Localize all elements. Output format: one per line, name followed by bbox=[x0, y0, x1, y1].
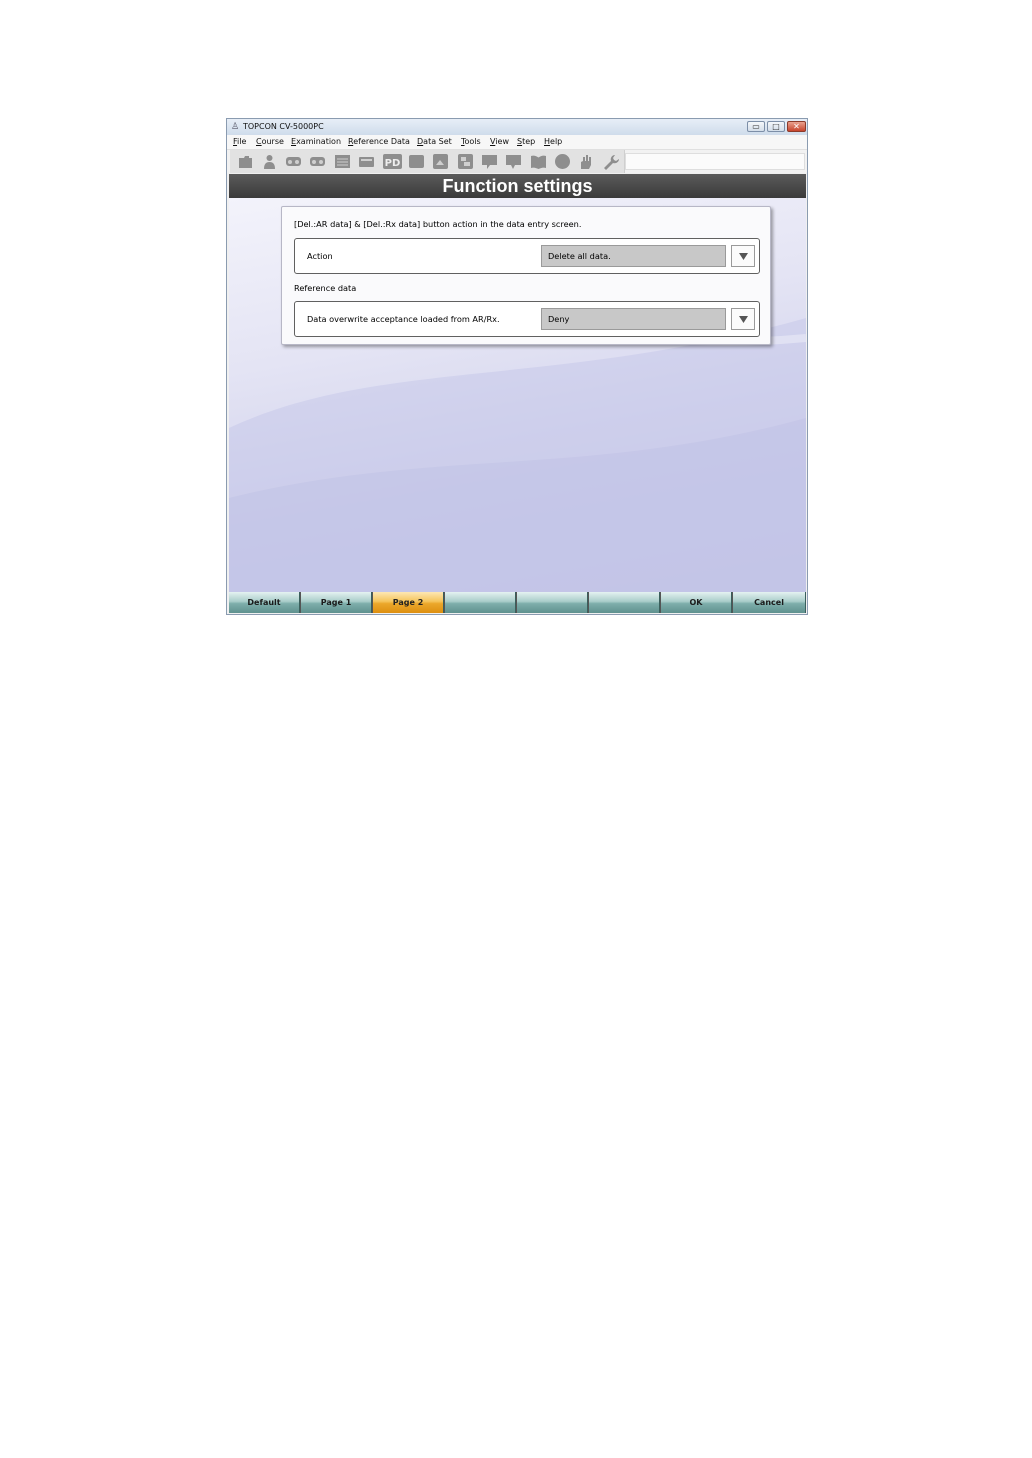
chart-icon[interactable] bbox=[334, 153, 351, 170]
action-group: Action Delete all data. bbox=[294, 238, 760, 274]
section-heading-delete-action: [Del.:AR data] & [Del.:Rx data] button a… bbox=[294, 219, 582, 229]
section-heading-reference-data: Reference data bbox=[294, 283, 357, 293]
toolbar: PD bbox=[227, 150, 807, 173]
wrench-icon[interactable] bbox=[602, 153, 619, 170]
lens-icon[interactable] bbox=[432, 153, 449, 170]
toolbar-icons: PD bbox=[230, 150, 625, 173]
title-bar[interactable]: ♙ TOPCON CV-5000PC ▭ □ ✕ bbox=[227, 119, 807, 135]
menu-tools[interactable]: Tools bbox=[461, 136, 481, 148]
action-select[interactable]: Delete all data. bbox=[541, 245, 726, 267]
empty-button-3[interactable] bbox=[589, 592, 660, 613]
square-icon[interactable] bbox=[408, 153, 425, 170]
pd-icon[interactable]: PD bbox=[383, 153, 402, 170]
default-button[interactable]: Default bbox=[229, 592, 300, 613]
menu-help[interactable]: Help bbox=[544, 136, 562, 148]
close-button[interactable]: ✕ bbox=[787, 121, 806, 132]
speech-bubble-icon[interactable] bbox=[481, 153, 498, 170]
folder-icon[interactable] bbox=[237, 153, 254, 170]
window-title: TOPCON CV-5000PC bbox=[243, 122, 324, 131]
pd-label: PD bbox=[385, 158, 401, 169]
card-icon[interactable] bbox=[358, 153, 375, 170]
page-1-button[interactable]: Page 1 bbox=[301, 592, 372, 613]
chevron-down-icon bbox=[739, 253, 748, 260]
ok-button[interactable]: OK bbox=[661, 592, 732, 613]
book-icon[interactable] bbox=[530, 153, 547, 170]
hand-icon[interactable] bbox=[578, 153, 595, 170]
app-window: ♙ TOPCON CV-5000PC ▭ □ ✕ File Course Exa… bbox=[226, 118, 808, 615]
page-2-button[interactable]: Page 2 bbox=[373, 592, 444, 613]
overwrite-acceptance-label: Data overwrite acceptance loaded from AR… bbox=[307, 314, 500, 324]
action-dropdown-button[interactable] bbox=[731, 245, 755, 267]
menu-reference-data[interactable]: Reference Data bbox=[348, 136, 410, 148]
menu-file[interactable]: File bbox=[233, 136, 246, 148]
circle-icon[interactable] bbox=[554, 153, 571, 170]
person-icon[interactable] bbox=[261, 153, 278, 170]
function-button-bar: Default Page 1 Page 2 OK Cancel bbox=[229, 592, 806, 613]
reference-data-group: Data overwrite acceptance loaded from AR… bbox=[294, 301, 760, 337]
page-title: Function settings bbox=[229, 174, 806, 198]
settings-panel: [Del.:AR data] & [Del.:Rx data] button a… bbox=[281, 206, 771, 345]
content-area: [Del.:AR data] & [Del.:Rx data] button a… bbox=[229, 198, 806, 592]
cancel-button[interactable]: Cancel bbox=[733, 592, 806, 613]
action-label: Action bbox=[307, 251, 333, 261]
overwrite-acceptance-dropdown-button[interactable] bbox=[731, 308, 755, 330]
overwrite-acceptance-select[interactable]: Deny bbox=[541, 308, 726, 330]
chevron-down-icon bbox=[739, 316, 748, 323]
menu-data-set[interactable]: Data Set bbox=[417, 136, 452, 148]
menu-examination[interactable]: Examination bbox=[291, 136, 341, 148]
menu-step[interactable]: Step bbox=[517, 136, 535, 148]
menu-bar: File Course Examination Reference Data D… bbox=[227, 135, 807, 150]
empty-button-1[interactable] bbox=[445, 592, 516, 613]
lens-settings-icon[interactable] bbox=[457, 153, 474, 170]
toolbar-spacer bbox=[625, 153, 805, 170]
minimize-button[interactable]: ▭ bbox=[747, 121, 765, 132]
person-icon: ♙ bbox=[231, 122, 240, 132]
maximize-button[interactable]: □ bbox=[767, 121, 785, 132]
menu-view[interactable]: View bbox=[490, 136, 509, 148]
menu-course[interactable]: Course bbox=[256, 136, 284, 148]
speech-bubble-icon[interactable] bbox=[505, 153, 522, 170]
empty-button-2[interactable] bbox=[517, 592, 588, 613]
eyeglasses-icon[interactable] bbox=[309, 153, 326, 170]
eyeglasses-icon[interactable] bbox=[285, 153, 302, 170]
